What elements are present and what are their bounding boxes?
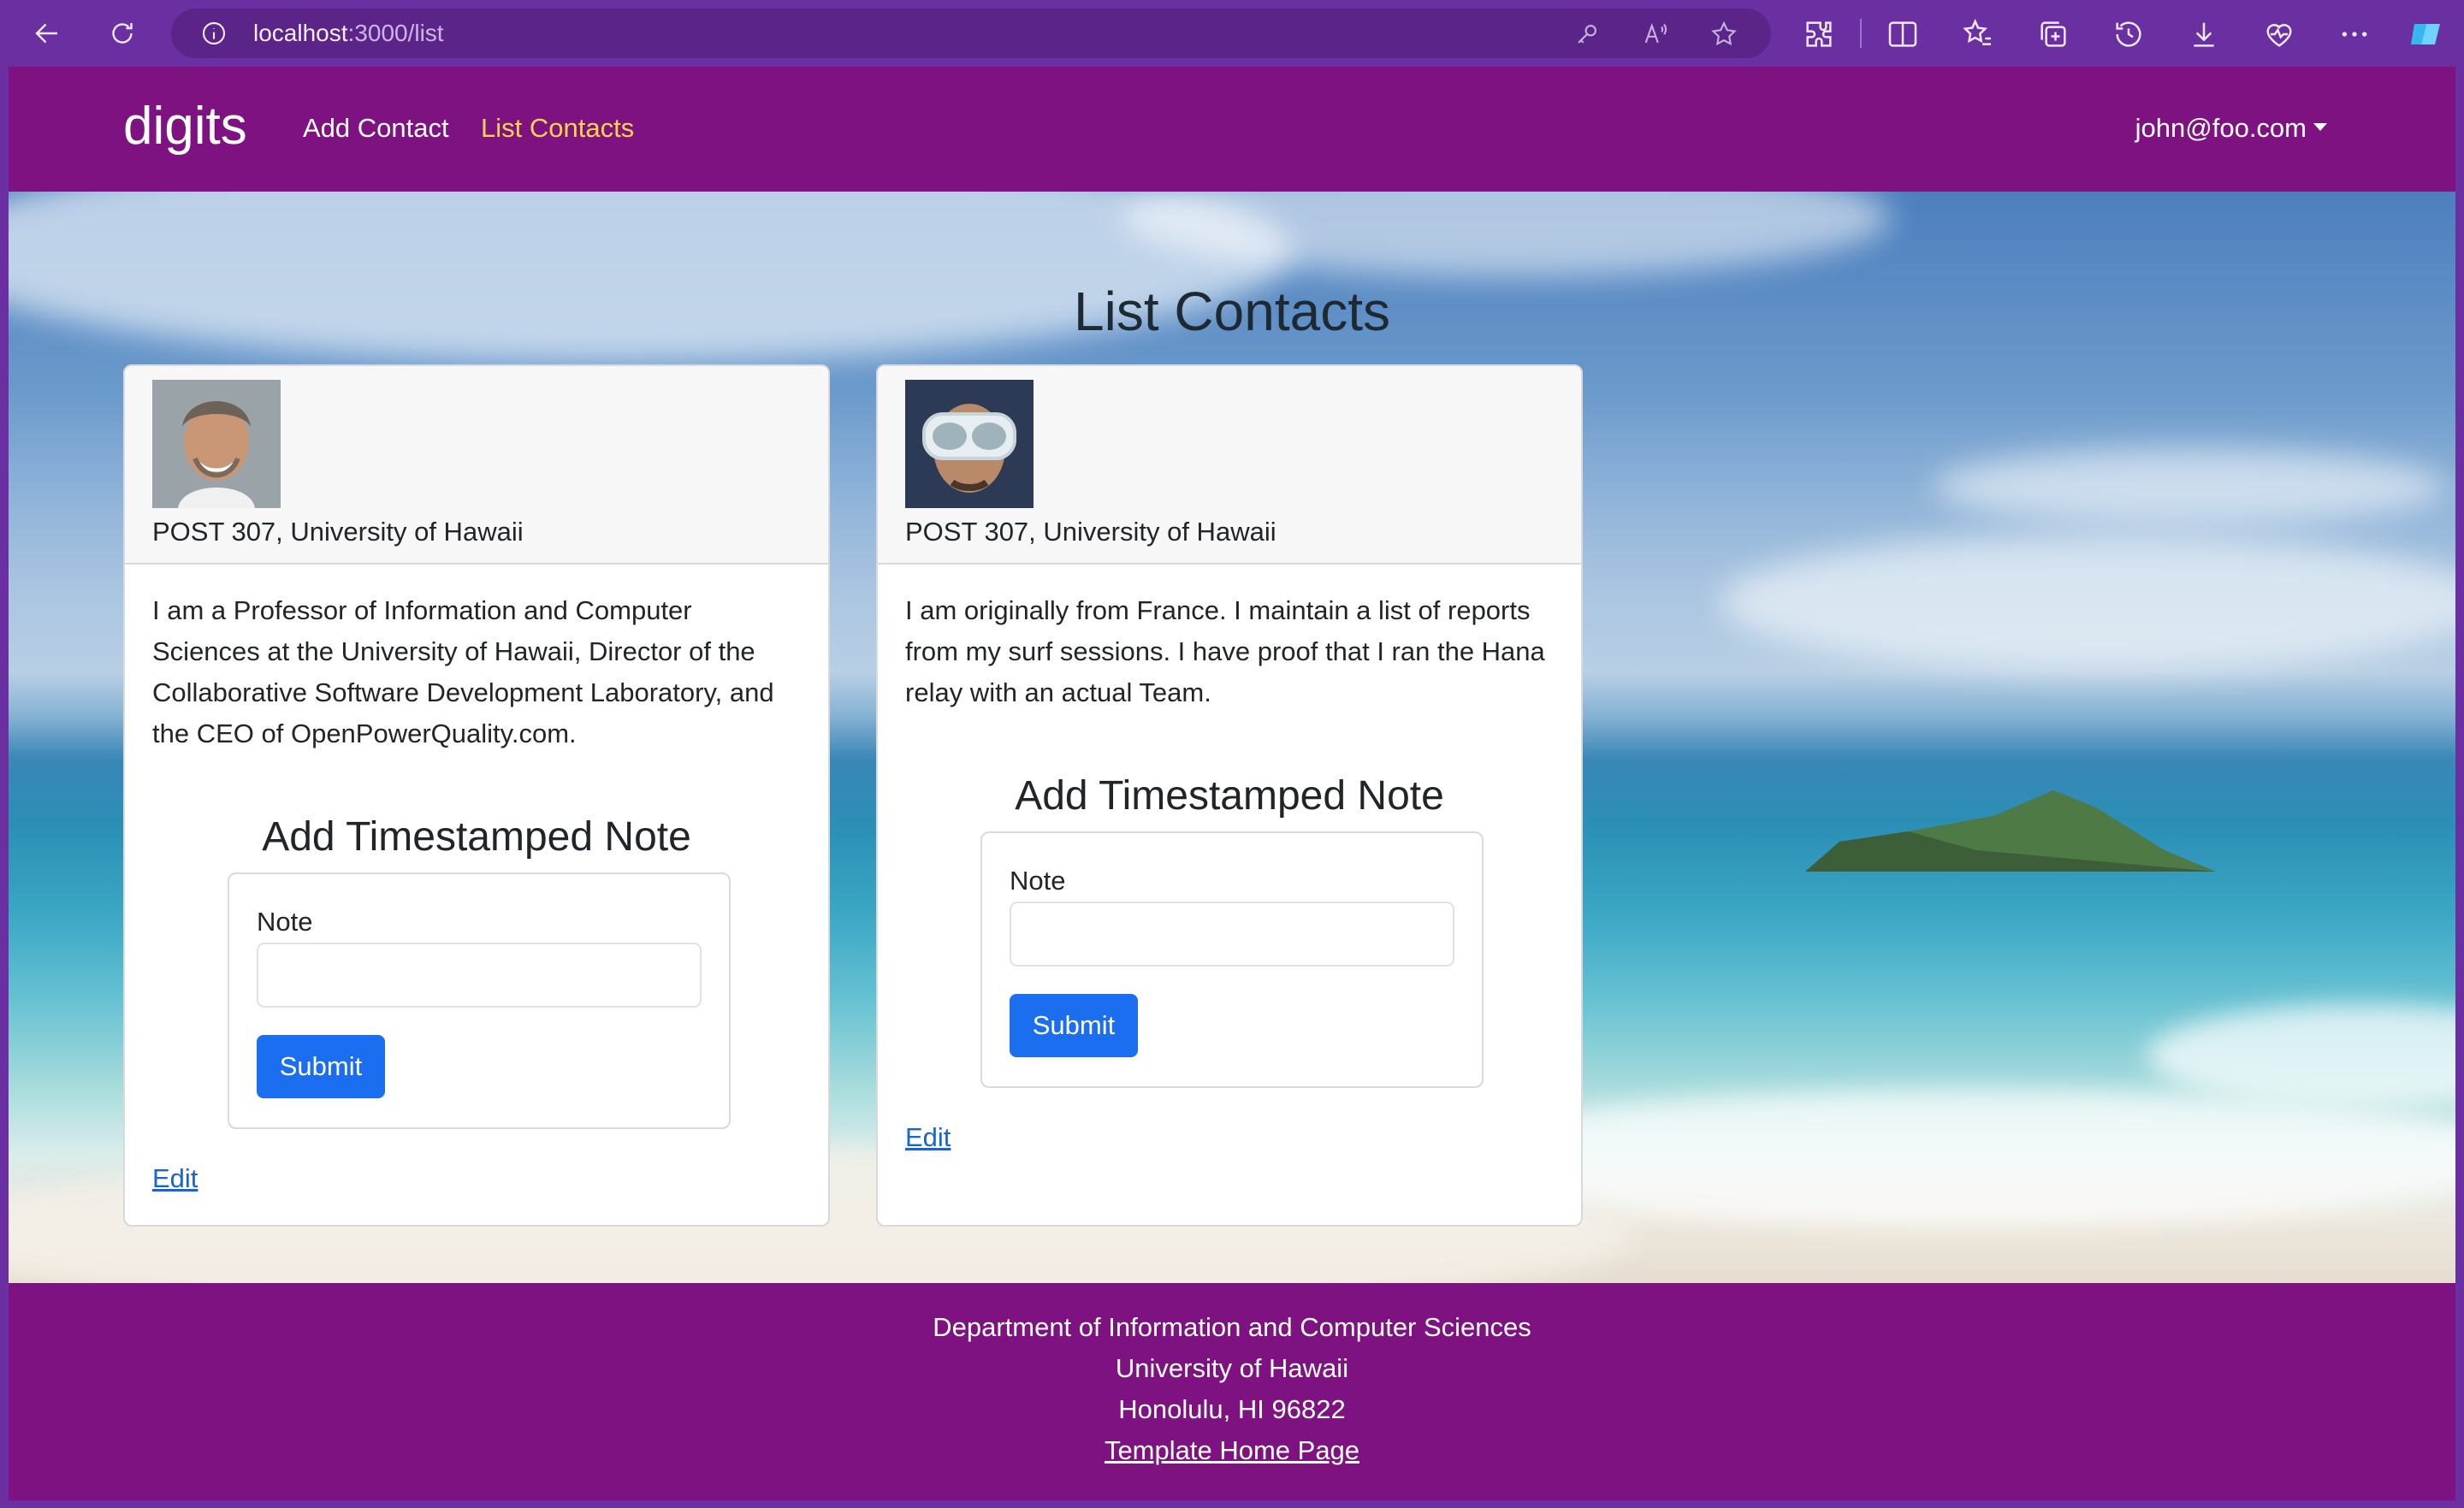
- favorite-star-icon[interactable]: [1709, 20, 1738, 49]
- cloud-shape: [1720, 534, 2455, 671]
- wave-foam-shape: [2147, 1004, 2455, 1107]
- url-path: :3000/list: [347, 20, 444, 46]
- note-input[interactable]: [1010, 902, 1454, 967]
- edit-link[interactable]: Edit: [152, 1162, 198, 1196]
- card-header: POST 307, University of Hawaii: [878, 366, 1581, 565]
- avatar: [152, 380, 281, 508]
- key-icon[interactable]: [1573, 20, 1602, 49]
- url-host: localhost: [253, 20, 348, 46]
- toolbar-divider: [1860, 19, 1862, 48]
- contact-description: I am originally from France. I maintain …: [905, 595, 1545, 707]
- url-text[interactable]: localhost:3000/list: [253, 19, 444, 48]
- split-screen-icon[interactable]: [1886, 17, 1920, 51]
- performance-heart-icon[interactable]: [2262, 17, 2296, 51]
- avatar: [905, 380, 1034, 508]
- add-note-title: Add Timestamped Note: [1015, 773, 1444, 819]
- read-aloud-icon[interactable]: [1641, 20, 1670, 49]
- history-icon[interactable]: [2112, 17, 2146, 51]
- add-note-title: Add Timestamped Note: [262, 814, 691, 860]
- submit-button[interactable]: Submit: [1010, 994, 1138, 1057]
- top-navbar: digits Add Contact List Contacts john@fo…: [9, 67, 2455, 192]
- add-note-form: Note Submit: [980, 831, 1484, 1088]
- contact-address: POST 307, University of Hawaii: [152, 517, 524, 547]
- user-menu-dropdown[interactable]: john@foo.com: [2135, 111, 2327, 145]
- extensions-icon[interactable]: [1802, 17, 1836, 51]
- user-email: john@foo.com: [2135, 113, 2307, 143]
- template-home-link[interactable]: Template Home Page: [1105, 1435, 1359, 1465]
- contact-description: I am a Professor of Information and Comp…: [152, 595, 774, 748]
- footer-link-row: Template Home Page: [9, 1434, 2455, 1468]
- edit-link[interactable]: Edit: [905, 1121, 951, 1155]
- add-note-form: Note Submit: [228, 872, 731, 1129]
- cloud-shape: [1934, 448, 2447, 525]
- footer-university: University of Hawaii: [1115, 1353, 1349, 1383]
- footer-department: Department of Information and Computer S…: [933, 1312, 1531, 1342]
- back-arrow-icon[interactable]: [24, 12, 70, 55]
- brand-logo[interactable]: digits: [123, 92, 247, 161]
- contact-card: POST 307, University of Hawaii I am a Pr…: [123, 364, 830, 1227]
- contact-address: POST 307, University of Hawaii: [905, 517, 1276, 547]
- note-label: Note: [1010, 866, 1066, 896]
- island-shape: [1805, 790, 2216, 872]
- page-title: List Contacts: [1074, 281, 1390, 342]
- page-footer: Department of Information and Computer S…: [9, 1283, 2455, 1500]
- site-info-icon[interactable]: [200, 20, 228, 47]
- collections-icon[interactable]: [2036, 17, 2070, 51]
- contact-card: POST 307, University of Hawaii I am orig…: [876, 364, 1583, 1227]
- submit-button[interactable]: Submit: [257, 1035, 385, 1098]
- page-viewport: digits Add Contact List Contacts john@fo…: [9, 67, 2455, 1500]
- more-options-icon[interactable]: [2337, 17, 2372, 51]
- card-header: POST 307, University of Hawaii: [125, 366, 828, 565]
- downloads-icon[interactable]: [2187, 17, 2221, 51]
- favorites-icon[interactable]: [1961, 17, 1995, 51]
- nav-list-contacts[interactable]: List Contacts: [481, 111, 634, 145]
- chevron-down-icon: [2313, 123, 2327, 132]
- browser-toolbar: localhost:3000/list: [0, 0, 2464, 67]
- copilot-icon[interactable]: [2406, 14, 2447, 55]
- browser-window: localhost:3000/list digits Add Contact L…: [0, 0, 2464, 1508]
- refresh-icon[interactable]: [99, 12, 145, 55]
- footer-address: Honolulu, HI 96822: [1118, 1394, 1346, 1424]
- nav-add-contact[interactable]: Add Contact: [303, 111, 449, 145]
- note-input[interactable]: [257, 943, 702, 1008]
- address-bar[interactable]: localhost:3000/list: [171, 9, 1771, 58]
- note-label: Note: [257, 907, 313, 937]
